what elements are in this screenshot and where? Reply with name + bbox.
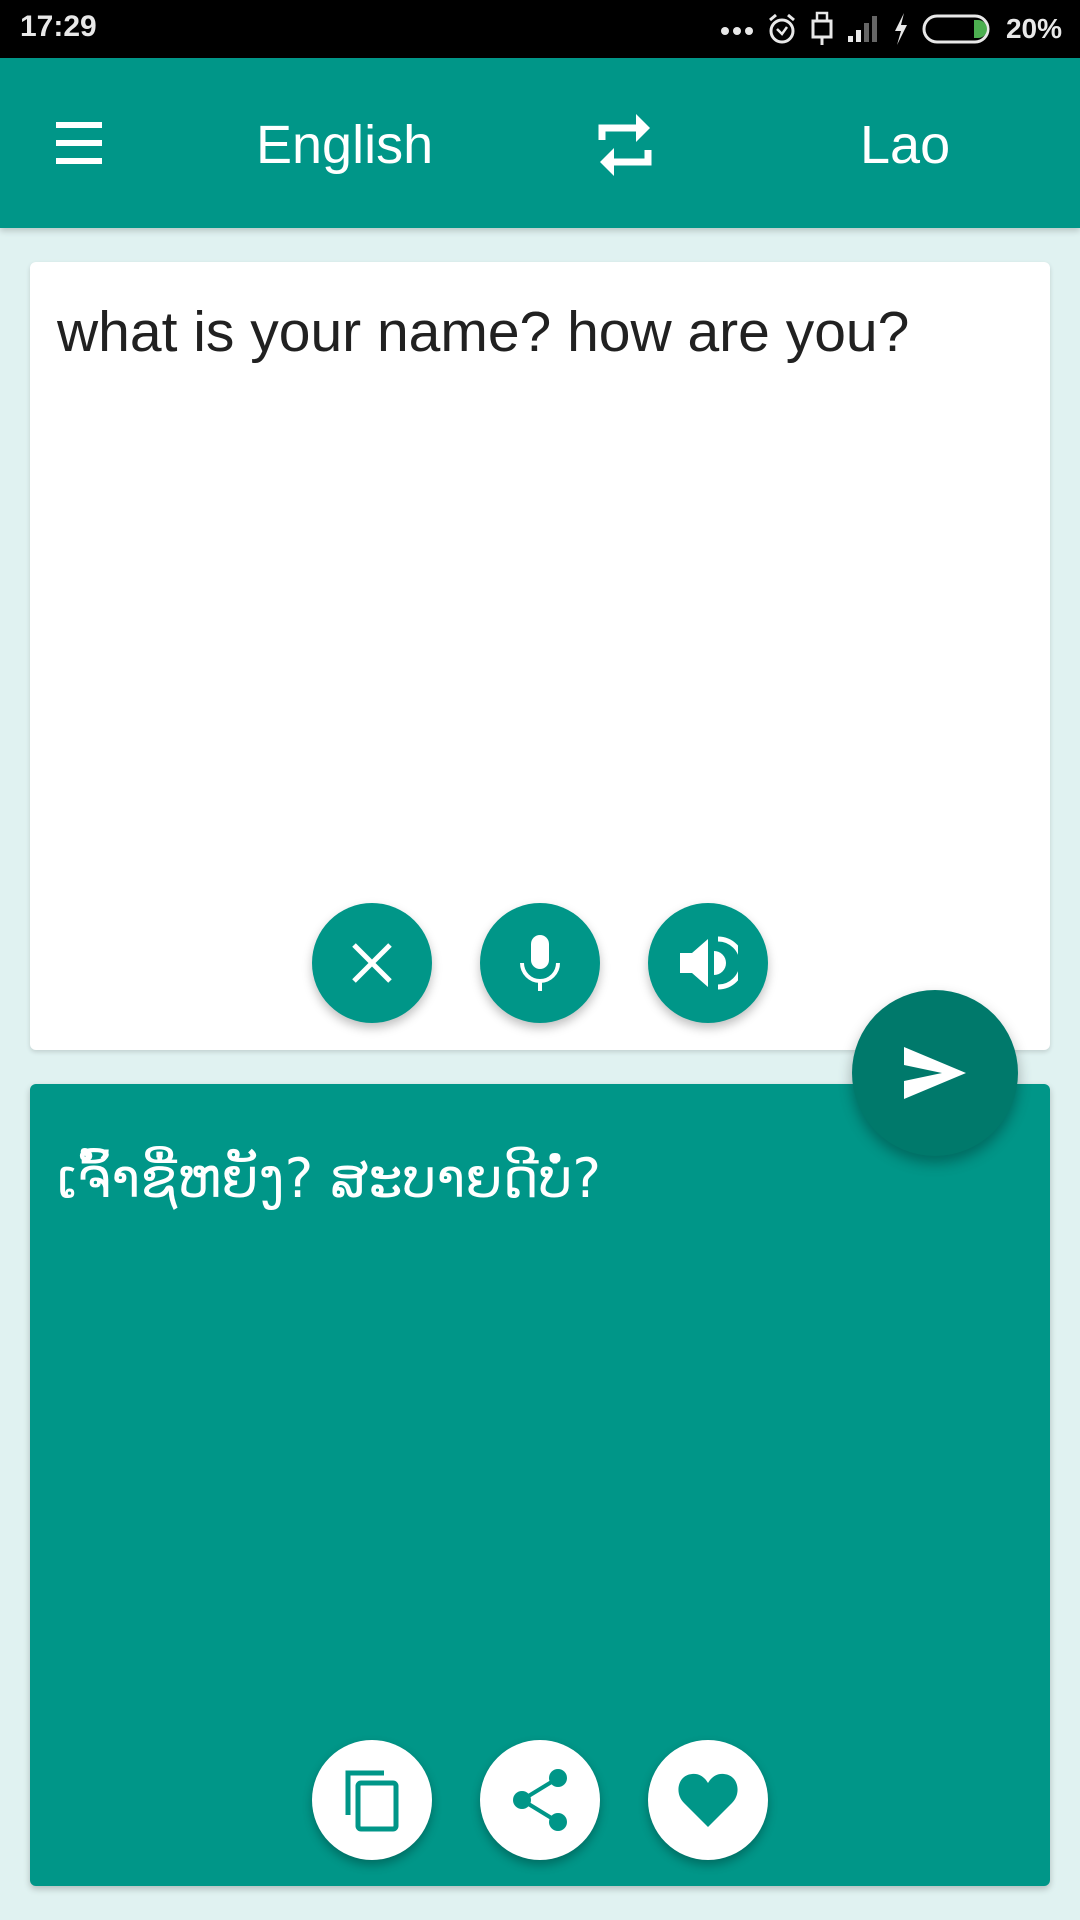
voice-input-button[interactable] [480, 903, 600, 1023]
favorite-button[interactable] [648, 1740, 768, 1860]
signal-icon [847, 16, 877, 42]
more-dots-icon [720, 27, 753, 35]
send-icon [904, 1047, 966, 1099]
status-icons: 20% [720, 8, 1062, 50]
swap-languages-icon [598, 114, 652, 176]
heart-icon [678, 1773, 738, 1827]
alarm-icon [768, 13, 795, 44]
swap-languages-button[interactable] [590, 110, 660, 180]
battery-percent: 20% [1005, 13, 1062, 44]
input-card: what is your name? how are you? [30, 262, 1050, 1050]
speaker-icon [680, 936, 738, 990]
copy-button[interactable] [312, 1740, 432, 1860]
speak-button[interactable] [648, 903, 768, 1023]
target-language-selector[interactable]: Lao [860, 114, 950, 176]
share-button[interactable] [480, 1740, 600, 1860]
hamburger-menu-icon-bar [56, 140, 102, 146]
output-card: ເຈົ້າຊື່ຫຍັງ? ສະບາຍດີບໍ່? [30, 1084, 1050, 1886]
source-text-input[interactable]: what is your name? how are you? [57, 298, 1017, 366]
share-icon [513, 1769, 567, 1831]
battery-icon [922, 14, 990, 44]
status-bar: 17:29 20% [0, 0, 1080, 58]
menu-button[interactable] [46, 116, 112, 170]
status-time: 17:29 [20, 10, 97, 43]
hamburger-menu-icon [56, 122, 102, 128]
microphone-icon [520, 935, 560, 991]
translated-text: ເຈົ້າຊື່ຫຍັງ? ສະບາຍດີບໍ່? [57, 1147, 602, 1210]
charging-icon [894, 13, 907, 45]
copy-icon [345, 1770, 399, 1832]
translate-button[interactable] [852, 990, 1018, 1156]
usb-icon [811, 11, 833, 45]
hamburger-menu-icon-bar [56, 158, 102, 164]
source-language-selector[interactable]: English [256, 114, 433, 176]
clear-button[interactable] [312, 903, 432, 1023]
close-icon [352, 943, 392, 983]
app-toolbar: English Lao [0, 58, 1080, 228]
